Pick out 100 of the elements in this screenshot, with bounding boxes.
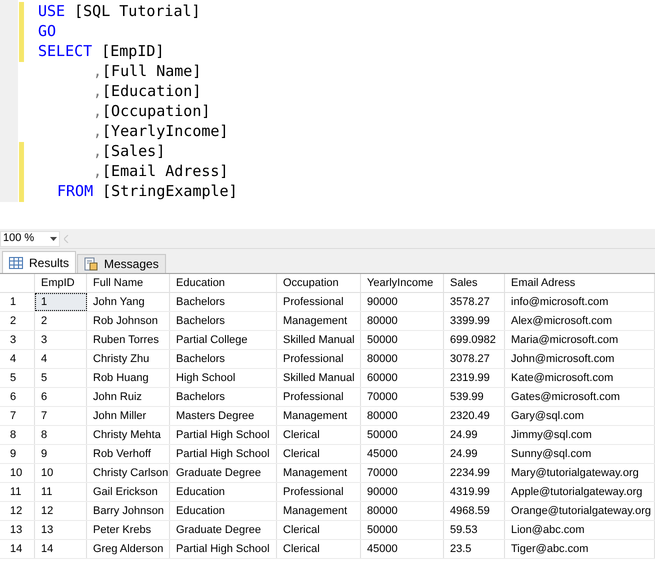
row-number[interactable]: 3 <box>0 331 35 349</box>
table-cell: 45000 <box>361 445 444 463</box>
table-cell: 699.0982 <box>444 331 505 349</box>
table-cell: Skilled Manual <box>277 369 361 387</box>
table-cell: 60000 <box>361 369 444 387</box>
row-number[interactable]: 2 <box>0 312 35 330</box>
table-cell: John Ruiz <box>87 388 170 406</box>
table-cell: 50000 <box>361 331 444 349</box>
table-cell: Mary@tutorialgateway.org <box>505 464 655 482</box>
table-cell: Greg Alderson <box>87 540 170 558</box>
result-tab[interactable]: Messages <box>77 254 166 273</box>
table-cell: Clerical <box>277 426 361 444</box>
caret-icon <box>50 236 57 240</box>
table-cell: Bachelors <box>170 293 277 311</box>
table-cell: Christy Zhu <box>87 350 170 368</box>
table-cell: 539.99 <box>444 388 505 406</box>
table-cell: Clerical <box>277 445 361 463</box>
code-line: ,[Education] <box>93 82 202 100</box>
table-cell: 11 <box>35 483 87 501</box>
column-header[interactable]: Sales <box>444 274 505 292</box>
table-cell: Rob Verhoff <box>87 445 170 463</box>
table-cell: Professional <box>277 483 361 501</box>
table-cell: 70000 <box>361 388 444 406</box>
table-cell: Education <box>170 483 277 501</box>
row-number[interactable]: 4 <box>0 350 35 368</box>
table-cell: 45000 <box>361 540 444 558</box>
table-cell: 2319.99 <box>444 369 505 387</box>
table-cell: 14 <box>35 540 87 558</box>
table-cell: Rob Johnson <box>87 312 170 330</box>
column-header[interactable]: Email Adress <box>505 274 655 292</box>
code-line: ,[Full Name] <box>93 62 202 80</box>
grid-icon <box>9 256 23 268</box>
table-cell: Graduate Degree <box>170 464 277 482</box>
row-number[interactable]: 13 <box>0 521 35 539</box>
column-header[interactable]: Full Name <box>87 274 170 292</box>
column-header[interactable]: Occupation <box>277 274 361 292</box>
row-number[interactable]: 12 <box>0 502 35 520</box>
row-number[interactable]: 7 <box>0 407 35 425</box>
table-cell: 12 <box>35 502 87 520</box>
zoom-dropdown[interactable]: 100 % <box>0 230 60 246</box>
scroll-left-icon[interactable] <box>64 234 69 242</box>
table-cell: Gail Erickson <box>87 483 170 501</box>
table-cell: Management <box>277 464 361 482</box>
table-cell: Alex@microsoft.com <box>505 312 655 330</box>
column-header[interactable]: EmpID <box>35 274 87 292</box>
document-icon <box>84 257 98 271</box>
table-cell: info@microsoft.com <box>505 293 655 311</box>
table-cell: 4968.59 <box>444 502 505 520</box>
row-number[interactable]: 5 <box>0 369 35 387</box>
table-cell: 23.5 <box>444 540 505 558</box>
table-cell: Skilled Manual <box>277 331 361 349</box>
table-cell: Kate@microsoft.com <box>505 369 655 387</box>
table-cell: John Yang <box>87 293 170 311</box>
code-line: ,[Sales] <box>93 142 166 160</box>
table-cell: Clerical <box>277 521 361 539</box>
table-cell: Christy Mehta <box>87 426 170 444</box>
code-line: SELECT [EmpID] <box>38 42 164 60</box>
table-cell: 80000 <box>361 350 444 368</box>
table-cell: Christy Carlson <box>87 464 170 482</box>
table-cell: Sunny@sql.com <box>505 445 655 463</box>
table-cell: Partial College <box>170 331 277 349</box>
table-cell: 8 <box>35 426 87 444</box>
table-cell: 24.99 <box>444 426 505 444</box>
table-cell: 7 <box>35 407 87 425</box>
row-number[interactable]: 14 <box>0 540 35 558</box>
code-line: GO <box>38 22 56 40</box>
table-cell: Bachelors <box>170 350 277 368</box>
table-cell: 3 <box>35 331 87 349</box>
table-cell: 13 <box>35 521 87 539</box>
table-cell: Management <box>277 502 361 520</box>
table-cell: High School <box>170 369 277 387</box>
row-number[interactable]: 9 <box>0 445 35 463</box>
table-cell: 3578.27 <box>444 293 505 311</box>
table-cell: 2 <box>35 312 87 330</box>
row-number[interactable]: 6 <box>0 388 35 406</box>
row-number[interactable]: 11 <box>0 483 35 501</box>
table-cell: Bachelors <box>170 312 277 330</box>
table-cell: Gates@microsoft.com <box>505 388 655 406</box>
table-cell: 10 <box>35 464 87 482</box>
table-cell: 50000 <box>361 426 444 444</box>
table-cell: Peter Krebs <box>87 521 170 539</box>
column-header[interactable]: YearlyIncome <box>361 274 444 292</box>
table-cell: 9 <box>35 445 87 463</box>
table-cell: Management <box>277 407 361 425</box>
table-cell: Education <box>170 502 277 520</box>
row-number[interactable]: 8 <box>0 426 35 444</box>
result-tab[interactable]: Results <box>2 251 76 273</box>
table-cell: 2320.49 <box>444 407 505 425</box>
table-cell: 4319.99 <box>444 483 505 501</box>
table-cell: Ruben Torres <box>87 331 170 349</box>
code-line: USE [SQL Tutorial] <box>38 2 201 20</box>
table-cell: Masters Degree <box>170 407 277 425</box>
column-header[interactable]: Education <box>170 274 277 292</box>
table-cell: Bachelors <box>170 388 277 406</box>
table-cell: 90000 <box>361 483 444 501</box>
code-line: ,[Occupation] <box>93 102 210 120</box>
row-number[interactable]: 10 <box>0 464 35 482</box>
code-line: FROM [StringExample] <box>57 182 238 200</box>
table-cell: 3078.27 <box>444 350 505 368</box>
table-cell: John@microsoft.com <box>505 350 655 368</box>
